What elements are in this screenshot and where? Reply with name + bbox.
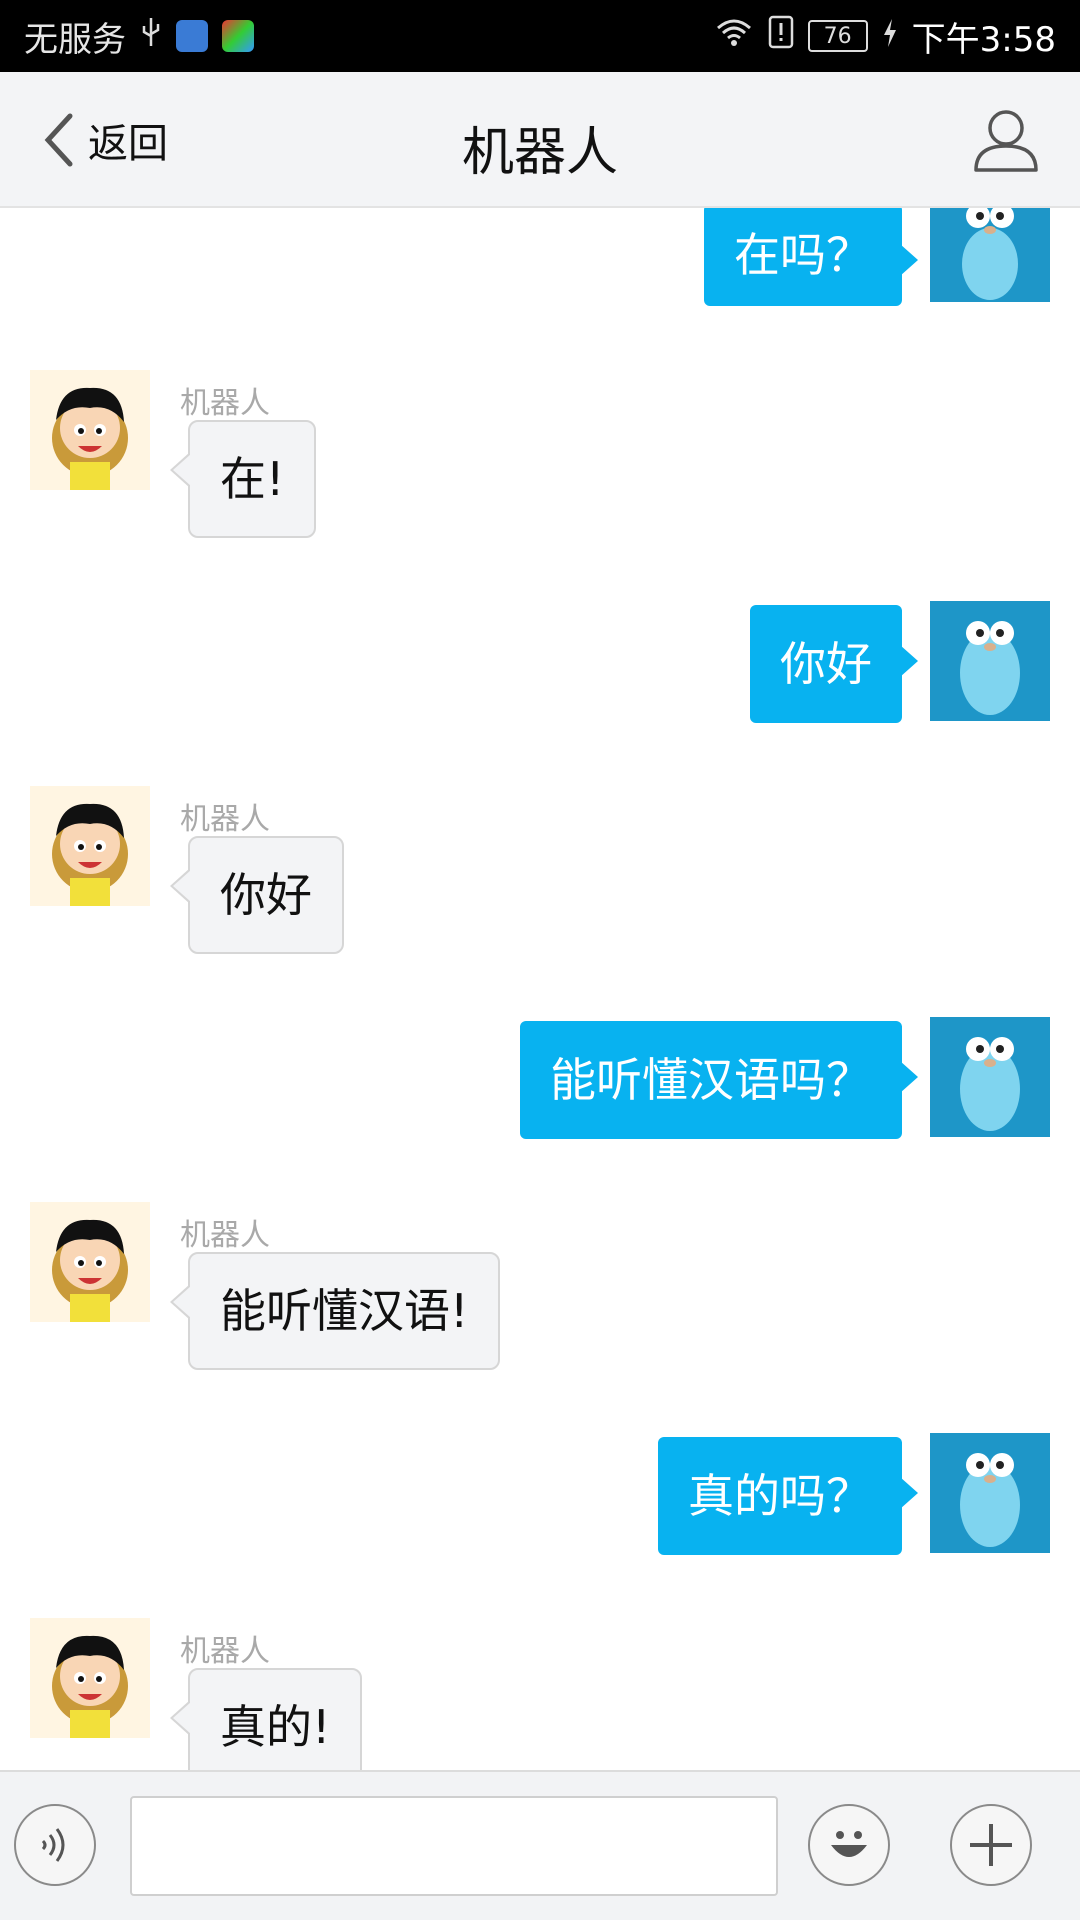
my-message-bubble[interactable]: 在吗？ [704, 208, 918, 306]
message-row: 机器人 真的! [0, 1618, 1080, 1770]
bot-avatar[interactable] [30, 786, 150, 906]
user-profile-icon[interactable] [972, 106, 1040, 174]
wifi-icon [714, 16, 754, 57]
message-row: 能听懂汉语吗？ [0, 1017, 1080, 1147]
emoji-button[interactable] [808, 1804, 890, 1886]
message-list[interactable]: 在吗？ 机器人 在! 你好 机器人 你好 能听懂汉语吗？ 机器人 能听懂汉语! … [0, 208, 1080, 1770]
message-row: 你好 [0, 601, 1080, 731]
sender-name: 机器人 [180, 1634, 270, 1669]
sender-name: 机器人 [180, 802, 270, 837]
sender-name: 机器人 [180, 386, 270, 421]
my-message-bubble[interactable]: 能听懂汉语吗？ [520, 1021, 918, 1139]
bot-message-bubble[interactable]: 真的! [169, 1668, 363, 1770]
usb-icon [140, 16, 162, 57]
bot-message-bubble[interactable]: 你好 [170, 836, 344, 954]
clock: 下午3:58 [911, 19, 1056, 60]
voice-button[interactable] [14, 1804, 96, 1886]
bot-avatar[interactable] [30, 1202, 150, 1322]
notification-app-icon [176, 20, 208, 52]
bot-message-bubble[interactable]: 在! [169, 420, 317, 538]
status-left: 无服务 [24, 12, 254, 61]
my-message-bubble[interactable]: 你好 [750, 605, 918, 723]
emoji-icon [831, 1831, 867, 1857]
my-message-bubble[interactable]: 真的吗？ [658, 1437, 918, 1555]
alert-icon [768, 15, 794, 58]
my-avatar[interactable] [930, 1433, 1050, 1553]
status-bar: 无服务 76 下午3:58 [0, 0, 1080, 72]
my-avatar[interactable] [930, 601, 1050, 721]
input-bar [0, 1770, 1080, 1920]
page-title: 机器人 [461, 123, 618, 183]
my-avatar[interactable] [930, 208, 1050, 302]
message-row: 机器人 你好 [0, 786, 1080, 966]
carrier-text: 无服务 [24, 19, 126, 60]
chat-header: 返回 机器人 [0, 72, 1080, 208]
message-row: 机器人 能听懂汉语! [0, 1202, 1080, 1382]
message-row: 机器人 在! [0, 370, 1080, 550]
charging-icon [882, 16, 898, 56]
voice-icon [41, 1828, 65, 1862]
sender-name: 机器人 [180, 1218, 270, 1253]
bot-message-bubble[interactable]: 能听懂汉语! [169, 1252, 501, 1370]
notification-app-icon [222, 20, 254, 52]
my-avatar[interactable] [930, 1017, 1050, 1137]
more-button[interactable] [950, 1804, 1032, 1886]
battery-indicator: 76 [807, 20, 868, 52]
plus-icon [970, 1824, 1012, 1866]
status-right: 76 下午3:58 [714, 12, 1056, 61]
message-row: 在吗？ [0, 208, 1080, 334]
message-input[interactable] [130, 1796, 778, 1896]
message-row: 真的吗？ [0, 1433, 1080, 1563]
bot-avatar[interactable] [30, 370, 150, 490]
bot-avatar[interactable] [30, 1618, 150, 1738]
